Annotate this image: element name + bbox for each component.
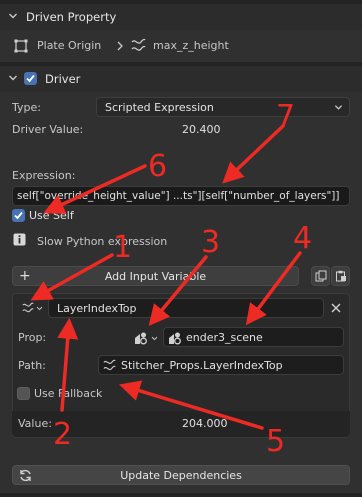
scene-icon bbox=[135, 332, 147, 345]
path-field[interactable]: Stitcher_Props.LayerIndexTop bbox=[98, 355, 344, 375]
type-dropdown[interactable]: Scripted Expression bbox=[96, 97, 350, 117]
variable-value-label: Value: bbox=[18, 417, 52, 430]
object-name: Plate Origin bbox=[37, 39, 102, 52]
curve-icon bbox=[22, 302, 34, 313]
slow-expression-warning: Slow Python expression bbox=[37, 235, 168, 248]
driver-header[interactable]: Driver bbox=[0, 66, 362, 92]
driver-value-label: Driver Value: bbox=[12, 123, 84, 136]
chevron-right-icon bbox=[117, 41, 123, 51]
chevron-down-icon bbox=[36, 306, 43, 311]
update-dependencies-label: Update Dependencies bbox=[120, 469, 242, 482]
close-icon[interactable] bbox=[331, 303, 341, 313]
variable-value-row: Value: 204.000 bbox=[12, 411, 350, 437]
chevron-down-icon[interactable] bbox=[8, 11, 18, 21]
type-label: Type: bbox=[12, 101, 41, 114]
prop-value: ender3_scene bbox=[186, 331, 263, 344]
chevron-down-icon bbox=[151, 336, 158, 341]
chevron-down-icon[interactable] bbox=[8, 73, 18, 83]
prop-label: Prop: bbox=[18, 331, 47, 344]
property-name: max_z_height bbox=[153, 39, 229, 52]
scene-icon bbox=[169, 332, 181, 345]
expression-field[interactable]: self["override_height_value"] ...ts"][se… bbox=[12, 186, 350, 206]
path-label: Path: bbox=[18, 359, 46, 372]
chevron-down-icon bbox=[334, 105, 343, 110]
refresh-icon bbox=[20, 469, 31, 482]
add-input-variable-button[interactable]: + Add Input Variable bbox=[12, 266, 299, 286]
info-icon bbox=[13, 233, 26, 246]
prop-value-field[interactable]: ender3_scene bbox=[163, 327, 344, 347]
variable-name: LayerIndexTop bbox=[57, 302, 137, 315]
driven-property-panel: Plate Origin max_z_height bbox=[0, 30, 362, 62]
add-input-variable-label: Add Input Variable bbox=[104, 270, 207, 283]
use-fallback-label[interactable]: Use Fallback bbox=[34, 387, 102, 400]
use-fallback-checkbox[interactable] bbox=[17, 387, 30, 400]
use-self-checkbox[interactable] bbox=[12, 209, 25, 222]
driver-title: Driver bbox=[45, 72, 81, 86]
paste-icon bbox=[336, 270, 346, 282]
curve-icon bbox=[131, 38, 146, 51]
driver-enabled-checkbox[interactable] bbox=[24, 72, 37, 85]
driven-property-header[interactable]: Driven Property bbox=[0, 4, 362, 30]
update-dependencies-button[interactable]: Update Dependencies bbox=[12, 465, 350, 485]
copy-variables-button[interactable] bbox=[311, 266, 330, 286]
copy-icon bbox=[315, 270, 327, 282]
plus-icon: + bbox=[19, 268, 31, 284]
use-self-label[interactable]: Use Self bbox=[29, 209, 74, 222]
type-value: Scripted Expression bbox=[105, 101, 214, 114]
object-frame-icon bbox=[14, 39, 28, 53]
driver-value: 20.400 bbox=[182, 123, 221, 136]
expression-value: self["override_height_value"] ...ts"][se… bbox=[17, 190, 340, 202]
driven-property-title: Driven Property bbox=[26, 10, 117, 24]
prop-type-dropdown[interactable] bbox=[129, 327, 161, 347]
variable-value: 204.000 bbox=[182, 417, 228, 430]
path-value: Stitcher_Props.LayerIndexTop bbox=[121, 359, 283, 372]
paste-variables-button[interactable] bbox=[331, 266, 350, 286]
variable-name-field[interactable]: LayerIndexTop bbox=[48, 298, 324, 318]
variable-type-dropdown[interactable] bbox=[18, 298, 44, 317]
expression-label: Expression: bbox=[12, 169, 76, 182]
curve-icon bbox=[103, 359, 116, 371]
